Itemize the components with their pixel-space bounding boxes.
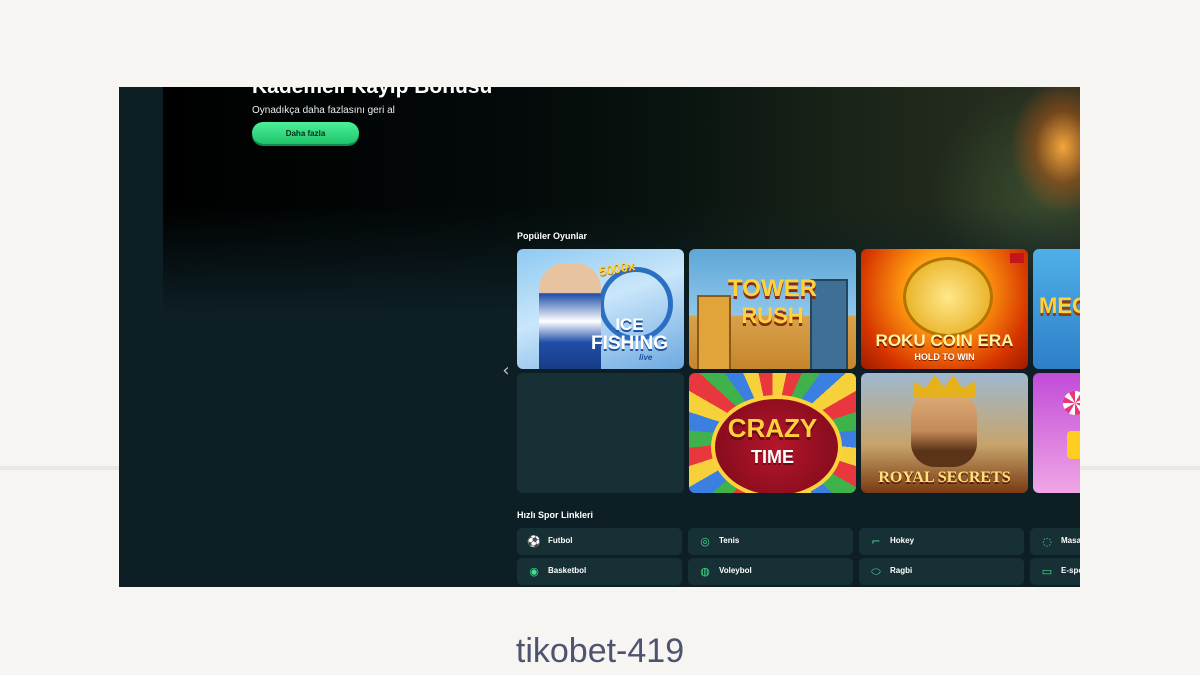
lollipop-icon: [1063, 391, 1080, 415]
sport-link-tenis[interactable]: ◎ Tenis: [688, 528, 853, 555]
sport-label: Basketbol: [548, 566, 587, 575]
sport-label: Tenis: [719, 536, 740, 545]
sport-link-hokey[interactable]: ⌐ Hokey: [859, 528, 1024, 555]
hero-title: Kademeli Kayıp Bonusu: [252, 87, 492, 99]
sport-label: Masa: [1061, 536, 1080, 545]
tennis-racket-icon: ◎: [700, 535, 710, 548]
volleyball-icon: ◍: [700, 565, 710, 578]
sport-link-basketbol[interactable]: ◉ Basketbol: [517, 558, 682, 585]
more-button[interactable]: Daha fazla: [252, 122, 359, 144]
game-title-line: ROYAL SECRETS: [878, 469, 1011, 486]
rugby-ball-icon: ⬭: [871, 565, 881, 578]
sport-label: Voleybol: [719, 566, 752, 575]
sport-link-voleybol[interactable]: ◍ Voleybol: [688, 558, 853, 585]
game-title-line: MEG: [1039, 293, 1080, 318]
game-card-placeholder: [517, 373, 684, 493]
soccer-ball-icon: ⚽: [527, 535, 541, 548]
wheel-graphic: [711, 395, 842, 493]
game-title-line: CRAZY: [727, 413, 818, 443]
candy-box-graphic: [1067, 431, 1080, 459]
game-title-line: TIME: [751, 447, 794, 467]
hero-subtitle: Oynadıkça daha fazlasını geri al: [252, 105, 395, 116]
sport-label: Futbol: [548, 536, 573, 545]
game-title-line: FISHING: [590, 333, 669, 354]
game-card-tower-rush[interactable]: TOWER RUSH: [689, 249, 856, 369]
game-card-crazy-time[interactable]: CRAZY TIME: [689, 373, 856, 493]
game-title-line: HOLD TO WIN: [914, 352, 975, 362]
game-title-line: ROKU COIN ERA: [875, 331, 1014, 350]
carousel-prev-chevron-icon[interactable]: ‹: [499, 361, 513, 381]
game-card-roku-coin-era[interactable]: ROKU COIN ERA HOLD TO WIN: [861, 249, 1028, 369]
live-tag: live: [639, 353, 653, 362]
game-title-line: RUSH: [741, 303, 804, 328]
sport-label: Hokey: [890, 536, 915, 545]
provider-badge: [1010, 253, 1024, 263]
sport-link-futbol[interactable]: ⚽ Futbol: [517, 528, 682, 555]
sport-link-ragbi[interactable]: ⬭ Ragbi: [859, 558, 1024, 585]
game-card-ice-fishing[interactable]: 5000x ICE FISHING live: [517, 249, 684, 369]
crown-icon: [913, 375, 975, 397]
king-portrait: [911, 387, 977, 467]
sport-label: Ragbi: [890, 566, 913, 575]
gamepad-icon: ▭: [1041, 565, 1053, 578]
popular-games-title: Popüler Oyunlar: [517, 231, 588, 241]
game-title-line: ICE: [615, 315, 644, 334]
sport-link-esports[interactable]: ▭ E-spo: [1030, 558, 1080, 585]
quick-sports-title: Hızlı Spor Linkleri: [517, 510, 594, 520]
game-title-line: TOWER: [728, 275, 817, 302]
image-caption: tikobet-419: [515, 632, 685, 670]
game-card-candy[interactable]: [1033, 373, 1080, 493]
basketball-icon: ◉: [529, 565, 539, 578]
game-card-mega[interactable]: MEG: [1033, 249, 1080, 369]
sport-link-masa[interactable]: ◌ Masa: [1030, 528, 1080, 555]
game-card-royal-secrets[interactable]: ROYAL SECRETS: [861, 373, 1028, 493]
table-tennis-icon: ◌: [1042, 535, 1052, 548]
hockey-stick-icon: ⌐: [871, 535, 881, 548]
coin-graphic: [903, 257, 993, 337]
sport-label: E-spo: [1061, 566, 1080, 575]
casino-screenshot: Kademeli Kayıp Bonusu Oynadıkça daha faz…: [119, 87, 1080, 587]
